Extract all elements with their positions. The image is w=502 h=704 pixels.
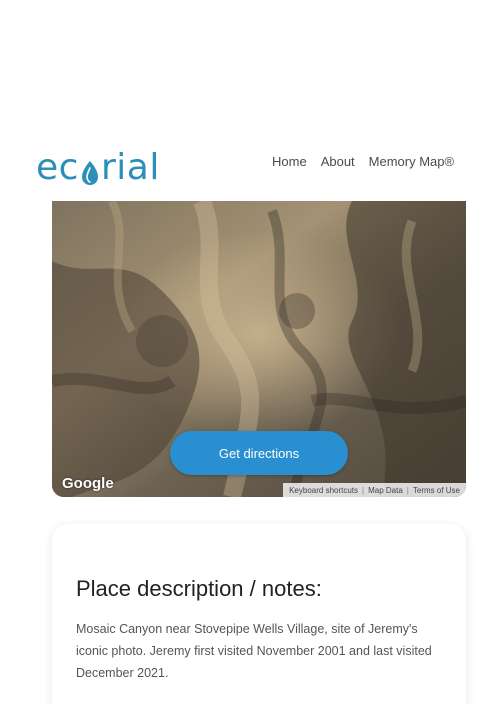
main-nav: Home About Memory Map® — [272, 154, 454, 169]
map-view[interactable]: Get directions Google Keyboard shortcuts… — [52, 201, 466, 497]
site-header: ec rial Home About Memory Map® — [0, 128, 502, 198]
map-attribution-bar: Keyboard shortcuts | Map Data | Terms of… — [283, 483, 466, 497]
leaf-drop-icon — [80, 157, 100, 185]
site-logo[interactable]: ec rial — [36, 142, 160, 186]
notes-body: Mosaic Canyon near Stovepipe Wells Villa… — [76, 622, 432, 680]
nav-home[interactable]: Home — [272, 154, 307, 169]
nav-about[interactable]: About — [321, 154, 355, 169]
keyboard-shortcuts-link[interactable]: Keyboard shortcuts — [289, 486, 358, 495]
get-directions-button[interactable]: Get directions — [170, 431, 348, 475]
separator: | — [362, 485, 365, 495]
terms-link[interactable]: Terms of Use — [413, 486, 460, 495]
logo-text-prefix: ec — [36, 147, 79, 188]
place-notes-card: Place description / notes: Mosaic Canyon… — [52, 524, 466, 704]
separator: | — [406, 485, 409, 495]
page: ec rial Home About Memory Map® Get direc… — [0, 0, 502, 704]
google-logo: Google — [62, 475, 114, 492]
map-data-link[interactable]: Map Data — [368, 486, 403, 495]
logo-text-suffix: rial — [100, 147, 160, 188]
notes-title: Place description / notes: — [76, 576, 322, 601]
nav-memory-map[interactable]: Memory Map® — [369, 154, 454, 169]
